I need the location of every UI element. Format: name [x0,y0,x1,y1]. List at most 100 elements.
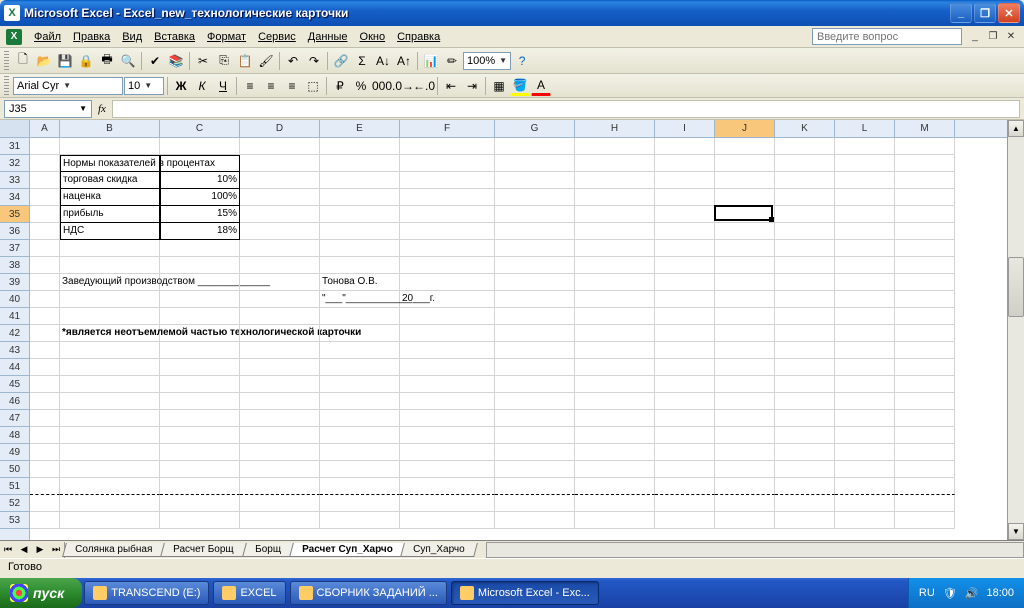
column-header-D[interactable]: D [240,120,320,137]
language-indicator[interactable]: RU [919,587,935,599]
cell[interactable] [400,155,495,172]
column-header-H[interactable]: H [575,120,655,137]
cell[interactable] [240,359,320,376]
undo-icon[interactable]: ↶ [283,51,303,71]
cell[interactable] [160,274,240,291]
cell[interactable] [495,240,575,257]
cell[interactable] [400,274,495,291]
cell[interactable] [240,155,320,172]
window-minimize-button[interactable]: _ [950,3,972,23]
mdi-close-button[interactable]: ✕ [1004,30,1018,44]
cell[interactable] [715,376,775,393]
cell[interactable] [655,342,715,359]
drawing-icon[interactable]: ✏ [442,51,462,71]
toolbar-grip[interactable] [4,51,9,71]
cell[interactable] [320,308,400,325]
select-all-corner[interactable] [0,120,29,138]
cell[interactable] [575,410,655,427]
cell[interactable] [775,342,835,359]
cell[interactable] [715,325,775,342]
cut-icon[interactable]: ✂ [193,51,213,71]
cell[interactable] [240,495,320,512]
menu-data[interactable]: Данные [302,29,354,45]
cell[interactable]: 20___г. [400,291,495,308]
cell[interactable] [495,172,575,189]
cell[interactable] [835,240,895,257]
column-header-F[interactable]: F [400,120,495,137]
cell[interactable] [30,308,60,325]
cell[interactable] [655,478,715,495]
cell[interactable] [835,359,895,376]
row-header[interactable]: 33 [0,172,29,189]
cell[interactable] [575,444,655,461]
cell[interactable] [895,461,955,478]
cell[interactable] [715,155,775,172]
cell[interactable] [655,138,715,155]
row-header[interactable]: 35 [0,206,29,223]
column-header-G[interactable]: G [495,120,575,137]
sort-desc-icon[interactable]: A↑ [394,51,414,71]
cell[interactable] [60,461,160,478]
cell[interactable] [835,155,895,172]
cell[interactable] [160,495,240,512]
cell[interactable] [60,342,160,359]
cell[interactable] [495,359,575,376]
cell[interactable] [895,257,955,274]
cell[interactable] [775,274,835,291]
cell[interactable] [715,291,775,308]
clock[interactable]: 18:00 [986,587,1014,599]
cell[interactable]: НДС [60,223,160,240]
cell[interactable] [655,359,715,376]
cell[interactable]: Заведующий производством _____________ [60,274,160,291]
cell[interactable] [895,342,955,359]
cell[interactable] [495,342,575,359]
cell[interactable] [30,427,60,444]
tab-nav-button[interactable]: ⏮ [0,542,16,558]
cell[interactable] [495,257,575,274]
cell[interactable] [895,240,955,257]
scroll-down-button[interactable]: ▼ [1008,523,1024,540]
cell[interactable]: 10% [160,172,240,189]
paste-icon[interactable]: 📋 [235,51,255,71]
column-header-C[interactable]: C [160,120,240,137]
cell[interactable] [655,427,715,444]
cell[interactable] [240,512,320,529]
cell[interactable] [775,189,835,206]
cell[interactable] [400,240,495,257]
cell[interactable] [775,427,835,444]
cell[interactable] [715,359,775,376]
cell[interactable] [30,376,60,393]
cell[interactable] [320,410,400,427]
cell[interactable] [895,478,955,495]
cell[interactable] [655,376,715,393]
name-box[interactable]: J35▼ [4,100,92,118]
system-tray[interactable]: RU 🛡 🔊 18:00 [908,578,1024,608]
cell[interactable] [495,410,575,427]
align-center-icon[interactable]: ≡ [261,76,281,96]
cell[interactable] [895,410,955,427]
cell[interactable] [775,410,835,427]
cell[interactable] [775,393,835,410]
menu-insert[interactable]: Вставка [148,29,201,45]
cell[interactable] [835,410,895,427]
cell[interactable] [715,308,775,325]
cell[interactable] [575,427,655,444]
cell[interactable] [655,206,715,223]
cell[interactable]: 15% [160,206,240,223]
sheet-tab[interactable]: Суп_Харчо [400,543,477,557]
cell[interactable] [60,138,160,155]
cell[interactable] [60,444,160,461]
cell[interactable] [575,359,655,376]
cell[interactable] [160,240,240,257]
cell[interactable] [655,461,715,478]
cell[interactable] [320,240,400,257]
cell[interactable] [60,257,160,274]
sheet-tab[interactable]: Борщ [242,543,294,557]
cell[interactable] [495,427,575,444]
cell[interactable] [30,138,60,155]
cell[interactable] [895,189,955,206]
cell[interactable] [575,495,655,512]
cell[interactable] [775,240,835,257]
cell[interactable]: прибыль [60,206,160,223]
cell[interactable] [575,274,655,291]
